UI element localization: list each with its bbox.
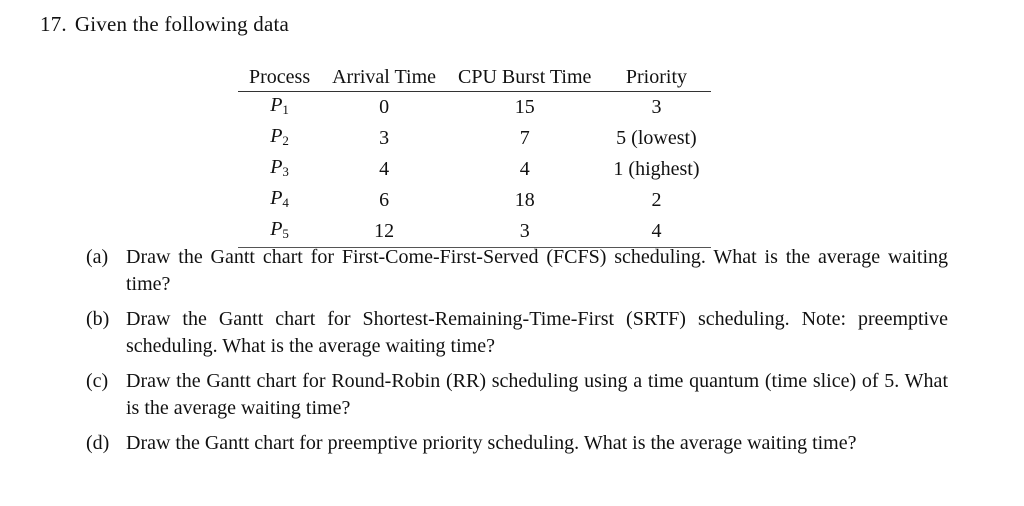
process-cell: P4 xyxy=(270,187,289,210)
arrival-cell: 4 xyxy=(379,158,390,180)
process-cell: P5 xyxy=(238,216,322,248)
question-a: (a) Draw the Gantt chart for First-Come-… xyxy=(86,244,948,298)
arrival-cell: 3 xyxy=(379,127,390,149)
question-label: (c) xyxy=(86,370,109,392)
priority-cell: 4 xyxy=(602,216,711,248)
question-b: (b) Draw the Gantt chart for Shortest-Re… xyxy=(86,306,948,360)
burst-cell: 7 xyxy=(519,127,530,149)
question-text: Draw the Gantt chart for Round-Robin (RR… xyxy=(126,370,948,419)
problem-number: 17. xyxy=(40,12,67,36)
question-label: (d) xyxy=(86,432,110,454)
priority-cell: 3 xyxy=(651,96,662,118)
question-text: Draw the Gantt chart for preemptive prio… xyxy=(126,432,857,454)
question-label: (b) xyxy=(86,308,110,330)
burst-cell: 15 xyxy=(514,96,535,118)
process-cell: P2 xyxy=(270,125,289,148)
table-row: P2 3 7 5 (lowest) xyxy=(238,123,711,154)
arrival-cell: 6 xyxy=(379,189,390,211)
burst-cell: 4 xyxy=(519,158,530,180)
table-row: P1 0 15 3 xyxy=(238,92,711,124)
arrival-cell: 12 xyxy=(321,216,448,248)
question-d: (d) Draw the Gantt chart for preemptive … xyxy=(86,430,948,457)
header-arrival-time: Arrival Time xyxy=(321,64,448,92)
problem-heading: 17. Given the following data xyxy=(40,12,289,37)
question-text: Draw the Gantt chart for First-Come-Firs… xyxy=(126,246,948,295)
table-row: P4 6 18 2 xyxy=(238,185,711,216)
header-process: Process xyxy=(238,64,322,92)
process-cell: P3 xyxy=(270,156,289,179)
question-label: (a) xyxy=(86,246,109,268)
burst-cell: 18 xyxy=(514,189,535,211)
arrival-cell: 0 xyxy=(379,96,390,118)
priority-cell: 1 (highest) xyxy=(613,158,700,180)
process-table: Process Arrival Time CPU Burst Time Prio… xyxy=(238,64,711,248)
priority-cell: 5 (lowest) xyxy=(616,127,697,149)
problem-intro: Given the following data xyxy=(74,12,290,36)
question-text: Draw the Gantt chart for Shortest-Remain… xyxy=(126,308,948,357)
question-list: (a) Draw the Gantt chart for First-Come-… xyxy=(86,244,948,465)
table-row: P3 4 4 1 (highest) xyxy=(238,154,711,185)
process-cell: P1 xyxy=(270,94,289,117)
table-row: P5 12 3 4 xyxy=(238,216,711,248)
question-c: (c) Draw the Gantt chart for Round-Robin… xyxy=(86,368,948,422)
table-header-row: Process Arrival Time CPU Burst Time Prio… xyxy=(238,64,711,92)
priority-cell: 2 xyxy=(651,189,662,211)
burst-cell: 3 xyxy=(447,216,603,248)
header-priority: Priority xyxy=(602,64,711,92)
header-cpu-burst-time: CPU Burst Time xyxy=(447,64,603,92)
